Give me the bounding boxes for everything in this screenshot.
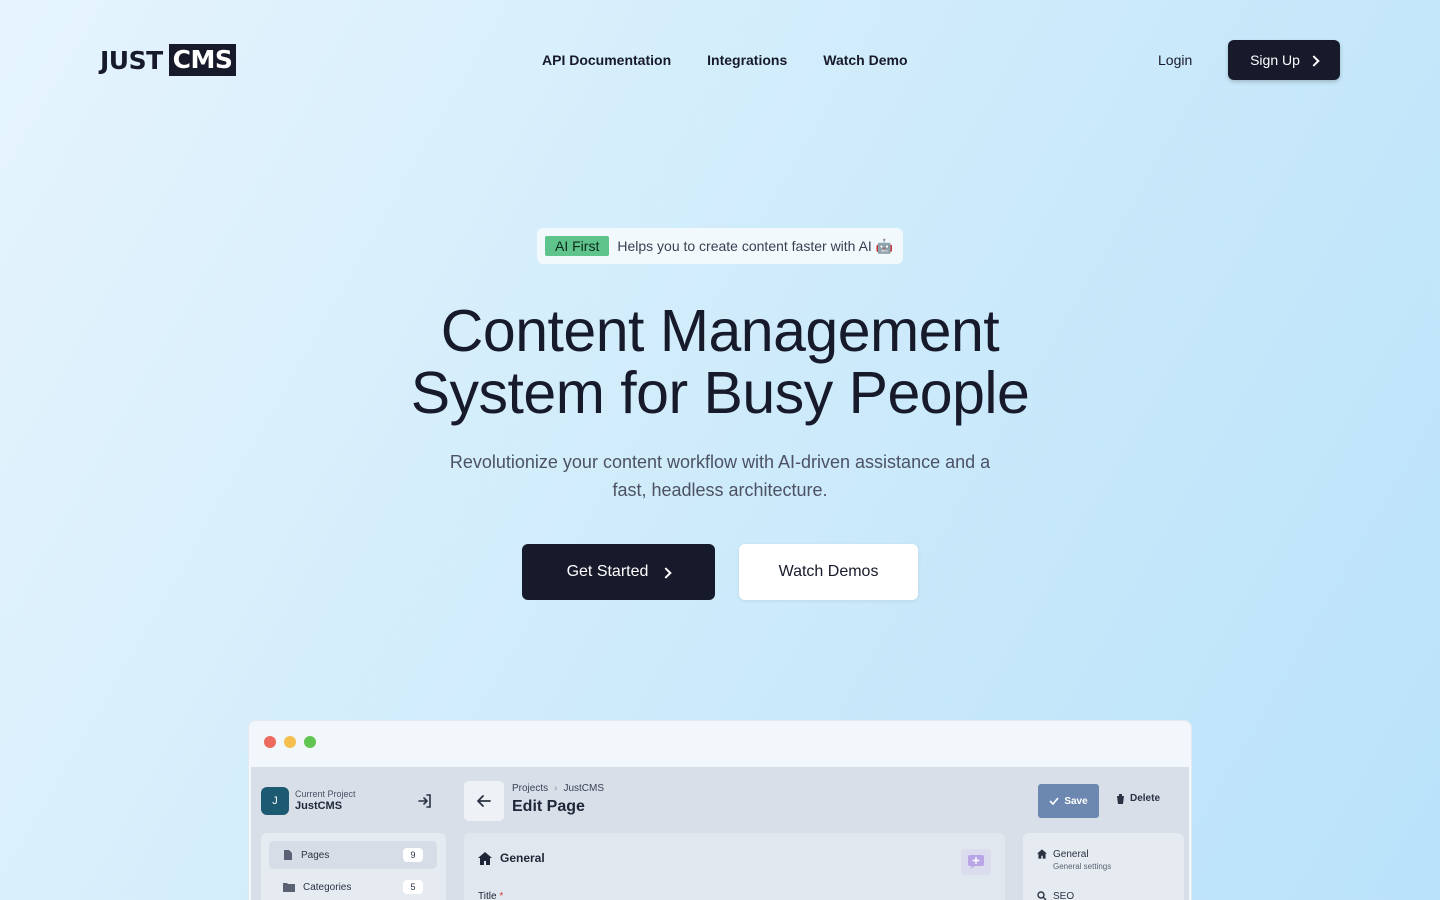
- sign-up-button[interactable]: Sign Up: [1228, 40, 1340, 80]
- breadcrumb-item: Projects: [512, 783, 549, 794]
- logo-text-just: JUST: [100, 45, 163, 75]
- hero-subtitle: Revolutionize your content workflow with…: [449, 452, 991, 500]
- nav-watch-demo[interactable]: Watch Demo: [823, 50, 907, 70]
- watch-demos-label: Watch Demos: [778, 563, 879, 580]
- nav-api-documentation[interactable]: API Documentation: [542, 50, 671, 70]
- app-screenshot: J Current Project JustCMS Pages 9 Catego…: [251, 767, 1189, 900]
- login-link[interactable]: Login: [1158, 50, 1192, 70]
- main-nav: API Documentation Integrations Watch Dem…: [542, 50, 908, 70]
- nav-integrations[interactable]: Integrations: [707, 50, 787, 70]
- sidebar-item-categories: Categories 5: [269, 873, 437, 900]
- announcement-text: Helps you to create content faster with …: [617, 237, 894, 254]
- arrow-left-icon: [477, 795, 491, 807]
- watch-demos-button[interactable]: Watch Demos: [739, 544, 918, 600]
- settings-item-subtitle: General settings: [1053, 862, 1112, 871]
- page-title: Edit Page: [512, 798, 585, 815]
- settings-item-general: General General settings: [1037, 849, 1111, 873]
- search-icon: [1037, 891, 1047, 900]
- settings-item-seo: SEO: [1037, 891, 1074, 900]
- sidebar-count: 9: [403, 848, 423, 862]
- sidebar-item-label: Pages: [301, 849, 330, 861]
- chevron-right-icon: [1308, 54, 1320, 67]
- title-field-label: Title *: [478, 891, 503, 900]
- home-icon: [1037, 849, 1047, 859]
- settings-panel: General General settings SEO: [1023, 833, 1184, 900]
- window-maximize-dot: [304, 736, 316, 748]
- save-label: Save: [1064, 795, 1088, 807]
- ai-first-badge: AI First: [545, 236, 610, 256]
- window-controls: [264, 736, 316, 748]
- app-preview-window: J Current Project JustCMS Pages 9 Catego…: [248, 720, 1192, 900]
- logo[interactable]: JUST CMS: [100, 44, 237, 76]
- delete-label: Delete: [1130, 793, 1161, 804]
- sidebar-count: 5: [403, 880, 423, 894]
- get-started-label: Get Started: [566, 563, 649, 580]
- home-icon: [478, 851, 492, 865]
- current-project-label: Current Project: [295, 789, 356, 799]
- project-avatar: J: [261, 787, 289, 815]
- sidebar-item-label: Categories: [303, 881, 352, 893]
- section-title: General: [500, 851, 545, 865]
- sign-in-icon: [418, 794, 431, 808]
- sidebar-item-pages: Pages 9: [269, 841, 437, 869]
- trash-icon: [1116, 793, 1125, 804]
- announcement-pill: AI First Helps you to create content fas…: [537, 228, 903, 264]
- breadcrumb: Projects › JustCMS: [512, 783, 604, 794]
- delete-button: Delete: [1116, 793, 1160, 804]
- hero-title-line-1: Content Management: [440, 298, 1000, 364]
- chevron-right-icon: [660, 566, 673, 579]
- section-header: General: [478, 851, 545, 865]
- project-name: JustCMS: [295, 800, 343, 812]
- project-switcher: J Current Project JustCMS: [261, 787, 356, 815]
- window-minimize-dot: [284, 736, 296, 748]
- breadcrumb-item: JustCMS: [563, 783, 605, 794]
- get-started-button[interactable]: Get Started: [522, 544, 715, 600]
- settings-item-title: SEO: [1053, 891, 1075, 900]
- check-icon: [1049, 797, 1059, 805]
- sidebar-nav: Pages 9 Categories 5: [261, 833, 446, 900]
- required-mark: *: [499, 891, 504, 900]
- folder-icon: [283, 883, 295, 892]
- ai-assist-icon: [961, 849, 991, 875]
- logo-text-cms: CMS: [168, 44, 237, 76]
- window-close-dot: [264, 736, 276, 748]
- back-button: [464, 781, 504, 821]
- page-icon: [284, 850, 292, 860]
- hero-title-line-2: System for Busy People: [410, 360, 1030, 426]
- save-button: Save: [1038, 784, 1099, 818]
- title-label-text: Title: [478, 891, 497, 900]
- breadcrumb-separator-icon: ›: [554, 783, 558, 794]
- editor-card: General Title *: [464, 833, 1005, 900]
- hero-title: Content Management System for Busy Peopl…: [0, 300, 1440, 424]
- settings-item-title: General: [1053, 849, 1089, 860]
- sign-up-label: Sign Up: [1250, 52, 1300, 68]
